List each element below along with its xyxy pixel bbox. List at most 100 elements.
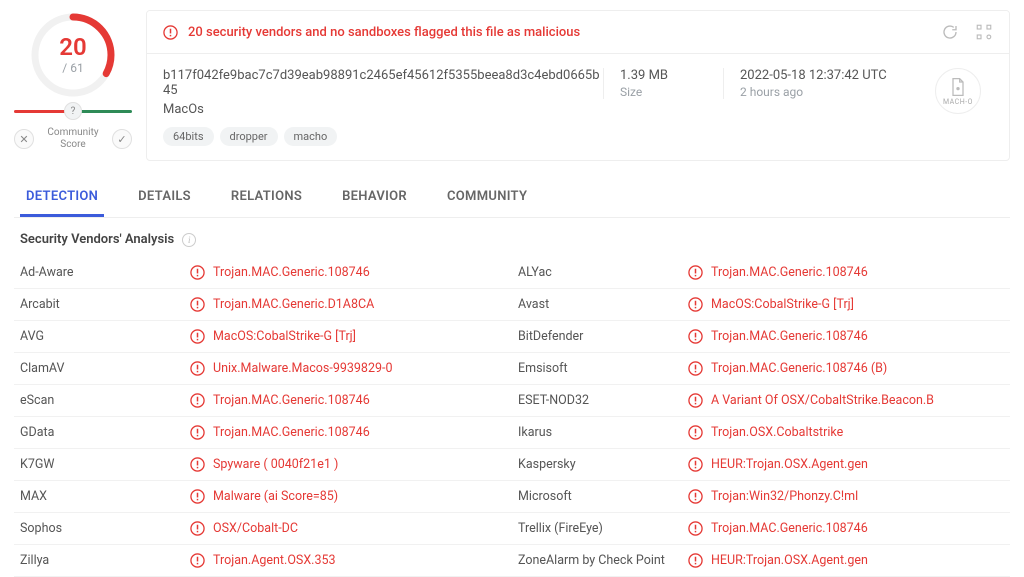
file-name: MacOs	[163, 102, 603, 117]
vendor-name: Trellix (FireEye)	[518, 521, 688, 536]
vendor-name: BitDefender	[518, 329, 688, 344]
vendor-detection: Trojan.MAC.Generic.108746 (B)	[688, 361, 887, 376]
vendor-name: eScan	[20, 393, 190, 408]
table-row: ArcabitTrojan.MAC.Generic.D1A8CAAvastMac…	[14, 289, 1010, 321]
vendor-name: Ikarus	[518, 425, 688, 440]
vendor-name: Emsisoft	[518, 361, 688, 376]
vendor-detection: MacOS:CobalStrike-G [Trj]	[688, 297, 854, 312]
info-icon[interactable]: i	[182, 233, 196, 247]
alert-icon	[688, 265, 703, 280]
vendor-cell: ESET-NOD32A Variant Of OSX/CobaltStrike.…	[512, 385, 1010, 416]
table-row: eScanTrojan.MAC.Generic.108746ESET-NOD32…	[14, 385, 1010, 417]
tab-community[interactable]: COMMUNITY	[441, 179, 533, 217]
file-icon	[948, 77, 968, 97]
tag[interactable]: 64bits	[163, 127, 214, 146]
vendor-name: ZoneAlarm by Check Point	[518, 553, 688, 568]
community-score-label: Community Score	[47, 127, 98, 151]
vendor-detection: Trojan.MAC.Generic.D1A8CA	[190, 297, 374, 312]
alert-icon	[190, 425, 205, 440]
vendor-cell: MAXMalware (ai Score=85)	[14, 481, 512, 512]
vendor-analysis-table: Ad-AwareTrojan.MAC.Generic.108746ALYacTr…	[14, 257, 1010, 577]
vendor-detection: HEUR:Trojan.OSX.Agent.gen	[688, 553, 868, 568]
refresh-icon	[941, 23, 959, 41]
vendor-cell: ZillyaTrojan.Agent.OSX.353	[14, 545, 512, 576]
vendor-detection: A Variant Of OSX/CobaltStrike.Beacon.B	[688, 393, 934, 408]
vendor-name: Kaspersky	[518, 457, 688, 472]
vendor-detection: MacOS:CobalStrike-G [Trj]	[190, 329, 356, 344]
alert-icon	[688, 425, 703, 440]
alert-icon	[688, 521, 703, 536]
table-row: K7GWSpyware ( 0040f21e1 )KasperskyHEUR:T…	[14, 449, 1010, 481]
table-row: MAXMalware (ai Score=85) MicrosoftTrojan:…	[14, 481, 1010, 513]
community-bar: ?	[14, 110, 132, 113]
vote-down-button[interactable]: ✕	[14, 129, 34, 149]
analysis-date: 2022-05-18 12:37:42 UTC	[740, 68, 923, 83]
vendor-name: Microsoft	[518, 489, 688, 504]
vendor-detection: Trojan.MAC.Generic.108746	[688, 329, 868, 344]
vendor-detection: Malware (ai Score=85)	[190, 489, 338, 504]
vendor-cell: ZoneAlarm by Check PointHEUR:Trojan.OSX.…	[512, 545, 1010, 576]
tab-behavior[interactable]: BEHAVIOR	[336, 179, 413, 217]
file-size-label: Size	[620, 85, 723, 99]
vendor-name: AVG	[20, 329, 190, 344]
alert-icon	[688, 297, 703, 312]
vendor-cell: SophosOSX/Cobalt-DC	[14, 513, 512, 544]
vendor-detection: Trojan:Win32/Phonzy.C!ml	[688, 489, 858, 504]
vendor-detection: Unix.Malware.Macos-9939829-0	[190, 361, 392, 376]
section-title: Security Vendors' Analysis	[20, 232, 174, 247]
alert-icon	[688, 393, 703, 408]
alert-icon	[688, 361, 703, 376]
file-size-value: 1.39 MB	[620, 68, 723, 83]
tag[interactable]: dropper	[220, 127, 278, 146]
similar-search-button[interactable]	[975, 23, 993, 41]
vendor-detection: Trojan.MAC.Generic.108746	[190, 425, 370, 440]
alert-icon	[688, 457, 703, 472]
tags-row: 64bits dropper macho	[163, 127, 603, 146]
vote-up-button[interactable]: ✓	[112, 129, 132, 149]
vendor-name: Ad-Aware	[20, 265, 190, 280]
filetype-badge: MACH-O	[935, 68, 981, 114]
vendor-detection: Trojan.OSX.Cobaltstrike	[688, 425, 843, 440]
vendor-detection: OSX/Cobalt-DC	[190, 521, 298, 536]
vendor-name: Zillya	[20, 553, 190, 568]
table-row: ClamAVUnix.Malware.Macos-9939829-0 Emsiso…	[14, 353, 1010, 385]
vendor-cell: BitDefenderTrojan.MAC.Generic.108746	[512, 321, 1010, 352]
vendor-name: ClamAV	[20, 361, 190, 376]
vendor-cell: AVGMacOS:CobalStrike-G [Trj]	[14, 321, 512, 352]
alert-icon	[190, 329, 205, 344]
tag[interactable]: macho	[284, 127, 338, 146]
vendor-cell: K7GWSpyware ( 0040f21e1 )	[14, 449, 512, 480]
vendor-cell: GDataTrojan.MAC.Generic.108746	[14, 417, 512, 448]
reanalyze-button[interactable]	[941, 23, 959, 41]
tab-relations[interactable]: RELATIONS	[225, 179, 308, 217]
filetype-label: MACH-O	[943, 98, 973, 106]
similar-icon	[975, 23, 993, 41]
file-hash[interactable]: b117f042fe9bac7c7d39eab98891c2465ef45612…	[163, 68, 603, 98]
alert-icon	[190, 361, 205, 376]
vendor-cell: KasperskyHEUR:Trojan.OSX.Agent.gen	[512, 449, 1010, 480]
vendor-cell: ArcabitTrojan.MAC.Generic.D1A8CA	[14, 289, 512, 320]
alert-icon	[190, 521, 205, 536]
table-row: GDataTrojan.MAC.Generic.108746IkarusTroj…	[14, 417, 1010, 449]
vendor-detection: Trojan.MAC.Generic.108746	[190, 265, 370, 280]
alert-icon	[190, 297, 205, 312]
tab-details[interactable]: DETAILS	[132, 179, 197, 217]
alert-icon	[190, 553, 205, 568]
alert-icon	[190, 457, 205, 472]
alert-icon	[190, 393, 205, 408]
vendor-name: Arcabit	[20, 297, 190, 312]
vendor-name: ESET-NOD32	[518, 393, 688, 408]
vendor-detection: Trojan.MAC.Generic.108746	[190, 393, 370, 408]
vendor-name: Sophos	[20, 521, 190, 536]
alert-icon	[190, 265, 205, 280]
vendor-name: K7GW	[20, 457, 190, 472]
tab-detection[interactable]: DETECTION	[20, 179, 104, 217]
help-icon[interactable]: ?	[64, 102, 82, 120]
alert-icon	[688, 329, 703, 344]
vendor-detection: Trojan.MAC.Generic.108746	[688, 265, 868, 280]
vendor-cell: ALYacTrojan.MAC.Generic.108746	[512, 257, 1010, 288]
score-flagged: 20	[59, 35, 86, 59]
vendor-cell: eScanTrojan.MAC.Generic.108746	[14, 385, 512, 416]
vendor-detection: HEUR:Trojan.OSX.Agent.gen	[688, 457, 868, 472]
table-row: ZillyaTrojan.Agent.OSX.353ZoneAlarm by C…	[14, 545, 1010, 577]
